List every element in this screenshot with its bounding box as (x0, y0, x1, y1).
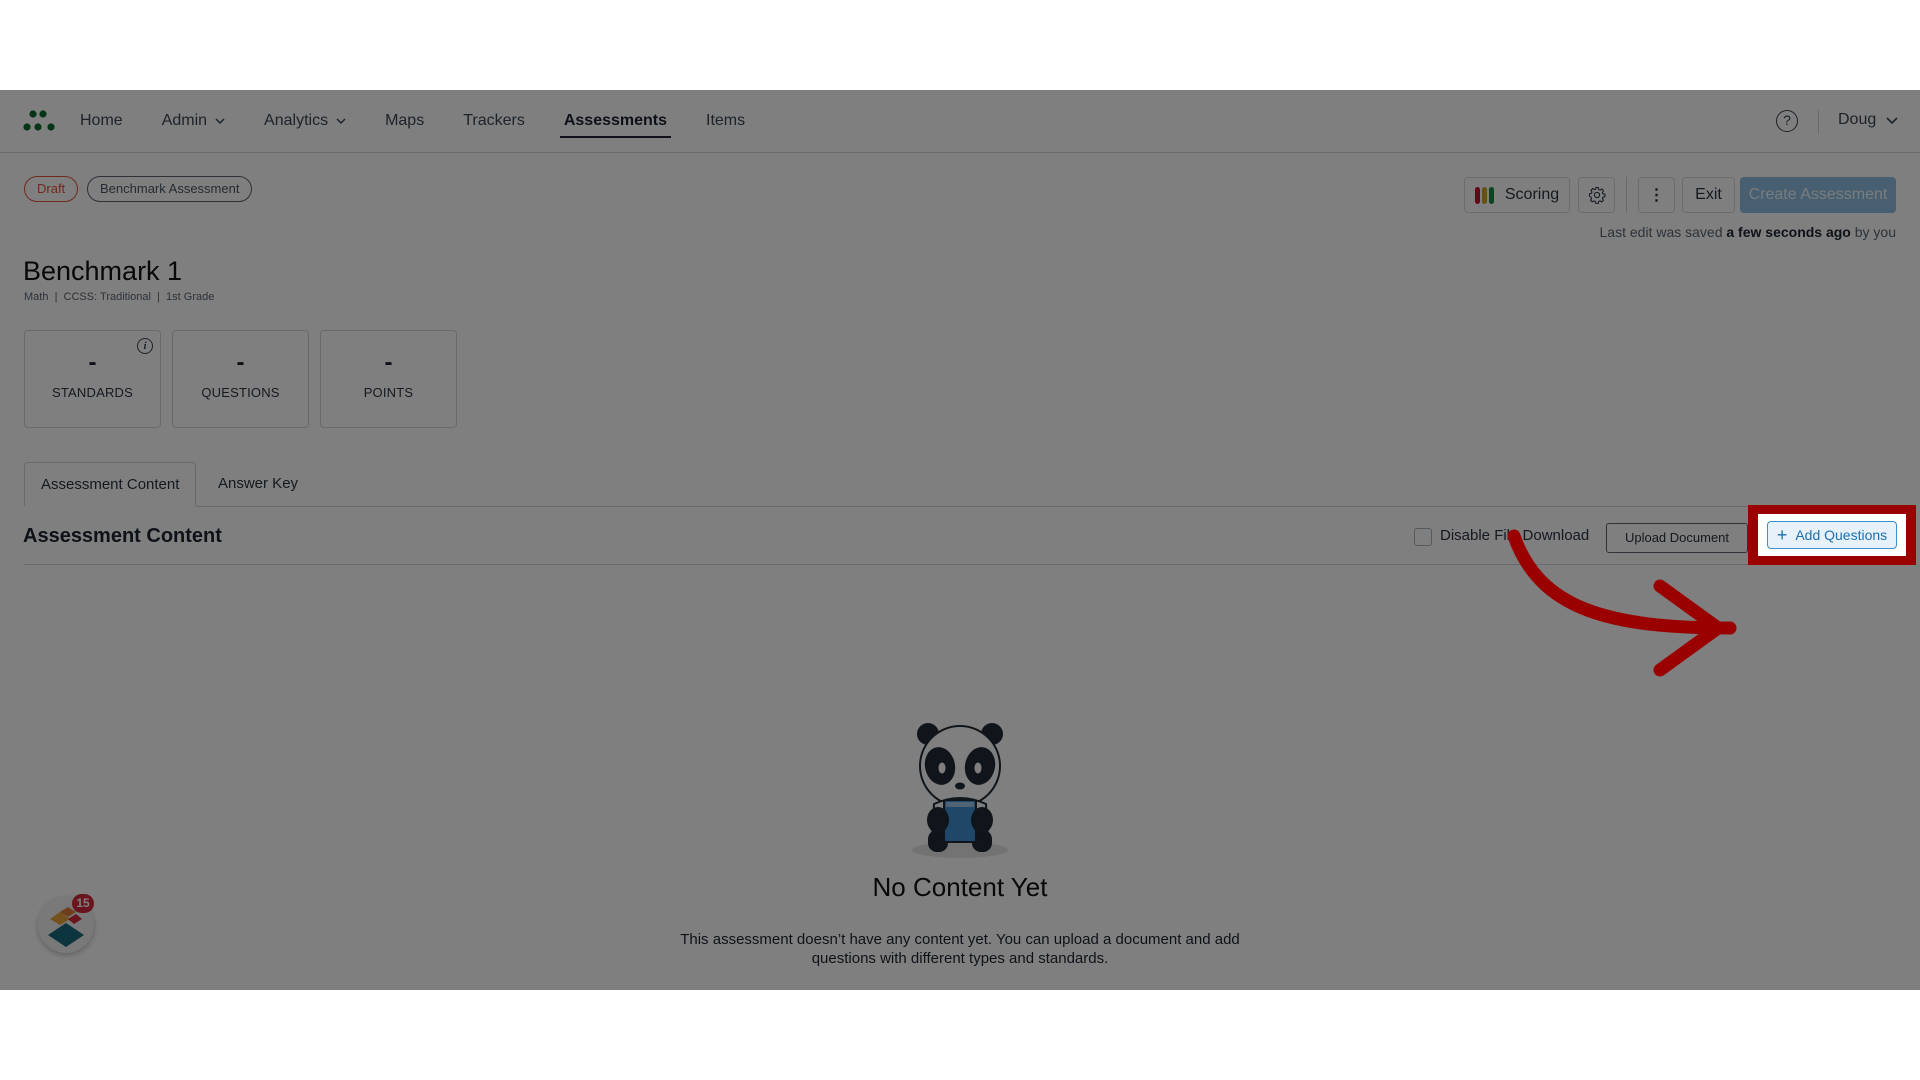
plus-icon: + (1776, 525, 1788, 545)
stat-card-points: - POINTS (320, 330, 457, 428)
create-assessment-button[interactable]: Create Assessment (1740, 177, 1896, 213)
gear-icon (1588, 186, 1605, 204)
nav-assessments-label: Assessments (563, 112, 668, 129)
stat-card-standards: i - STANDARDS (24, 330, 161, 428)
create-assessment-label: Create Assessment (1748, 186, 1888, 203)
exit-label: Exit (1695, 186, 1722, 203)
nav-items-label: Items (706, 112, 746, 129)
saved-suffix: by you (1850, 224, 1896, 240)
last-saved-status: Last edit was saved a few seconds ago by… (1600, 224, 1896, 240)
empty-state-description: This assessment doesn’t have any content… (680, 931, 1240, 967)
content-tabs: Assessment Content Answer Key (24, 462, 1896, 507)
chevron-down-icon (215, 118, 225, 125)
scoring-bars-icon (1474, 186, 1496, 204)
page-title: Benchmark 1 (23, 256, 183, 286)
nav-maps[interactable]: Maps (385, 90, 424, 152)
nav-admin-label: Admin (161, 112, 208, 129)
highlight-box: + Add Questions (1748, 505, 1916, 565)
upload-document-button[interactable]: Upload Document (1606, 523, 1748, 553)
stat-value: - (236, 349, 245, 376)
nav-admin[interactable]: Admin (162, 90, 225, 152)
nav-trackers-label: Trackers (463, 112, 525, 129)
nav-home-label: Home (80, 112, 123, 129)
main-nav: Home Admin Analytics Maps Trackers Asses… (80, 90, 784, 152)
add-questions-button[interactable]: + Add Questions (1767, 521, 1897, 549)
nav-maps-label: Maps (385, 112, 425, 129)
status-badge: Draft (24, 176, 79, 202)
scoring-bar-yellow (1481, 186, 1487, 204)
toolbar-divider (1626, 177, 1627, 213)
stat-value: - (384, 349, 393, 376)
nav-analytics-label: Analytics (264, 112, 329, 129)
disable-download-label[interactable]: Disable File Download (1440, 527, 1589, 544)
notification-count-badge: 15 (72, 894, 94, 913)
nav-analytics[interactable]: Analytics (264, 90, 346, 152)
highlight-inner: + Add Questions (1758, 514, 1906, 556)
chevron-down-icon (336, 118, 346, 125)
saved-prefix: Last edit was saved (1599, 224, 1727, 240)
scoring-button[interactable]: Scoring (1464, 177, 1570, 213)
stat-label: POINTS (363, 385, 414, 400)
nav-assessments[interactable]: Assessments (559, 90, 672, 152)
nav-items[interactable]: Items (706, 90, 745, 152)
scoring-label: Scoring (1504, 186, 1560, 203)
stat-label: STANDARDS (51, 385, 133, 400)
help-icon[interactable]: ? (1776, 110, 1798, 132)
stat-label: QUESTIONS (201, 385, 280, 400)
empty-state-title: No Content Yet (872, 872, 1048, 902)
user-name: Doug (1838, 111, 1877, 128)
tab-assessment-content[interactable]: Assessment Content (24, 462, 197, 507)
saved-time: a few seconds ago (1726, 224, 1851, 240)
assessment-type-badge: Benchmark Assessment (87, 176, 253, 202)
more-options-button[interactable]: ⋮ (1638, 177, 1675, 213)
exit-button[interactable]: Exit (1682, 177, 1735, 213)
stat-value: - (88, 349, 97, 376)
user-menu[interactable]: Doug (1838, 111, 1898, 129)
info-icon[interactable]: i (137, 338, 153, 354)
kebab-icon: ⋮ (1648, 187, 1665, 204)
settings-button[interactable] (1578, 177, 1615, 213)
scoring-bar-red (1474, 186, 1480, 204)
disable-download-checkbox[interactable] (1414, 528, 1432, 546)
app-window: Home Admin Analytics Maps Trackers Asses… (0, 90, 1920, 990)
stat-card-questions: - QUESTIONS (172, 330, 309, 428)
chevron-down-icon (1886, 117, 1898, 125)
add-questions-label: Add Questions (1795, 527, 1888, 543)
assessment-meta: Math | CCSS: Traditional | 1st Grade (24, 291, 215, 303)
scoring-bar-green (1488, 186, 1494, 204)
header-divider (1818, 110, 1819, 134)
section-divider (24, 564, 1896, 565)
section-title: Assessment Content (23, 525, 222, 547)
nav-trackers[interactable]: Trackers (463, 90, 525, 152)
panda-illustration (912, 723, 1008, 858)
top-navbar: Home Admin Analytics Maps Trackers Asses… (0, 90, 1920, 153)
nav-home[interactable]: Home (80, 90, 123, 152)
logo-icon[interactable] (22, 108, 58, 134)
tab-answer-key[interactable]: Answer Key (202, 462, 314, 507)
